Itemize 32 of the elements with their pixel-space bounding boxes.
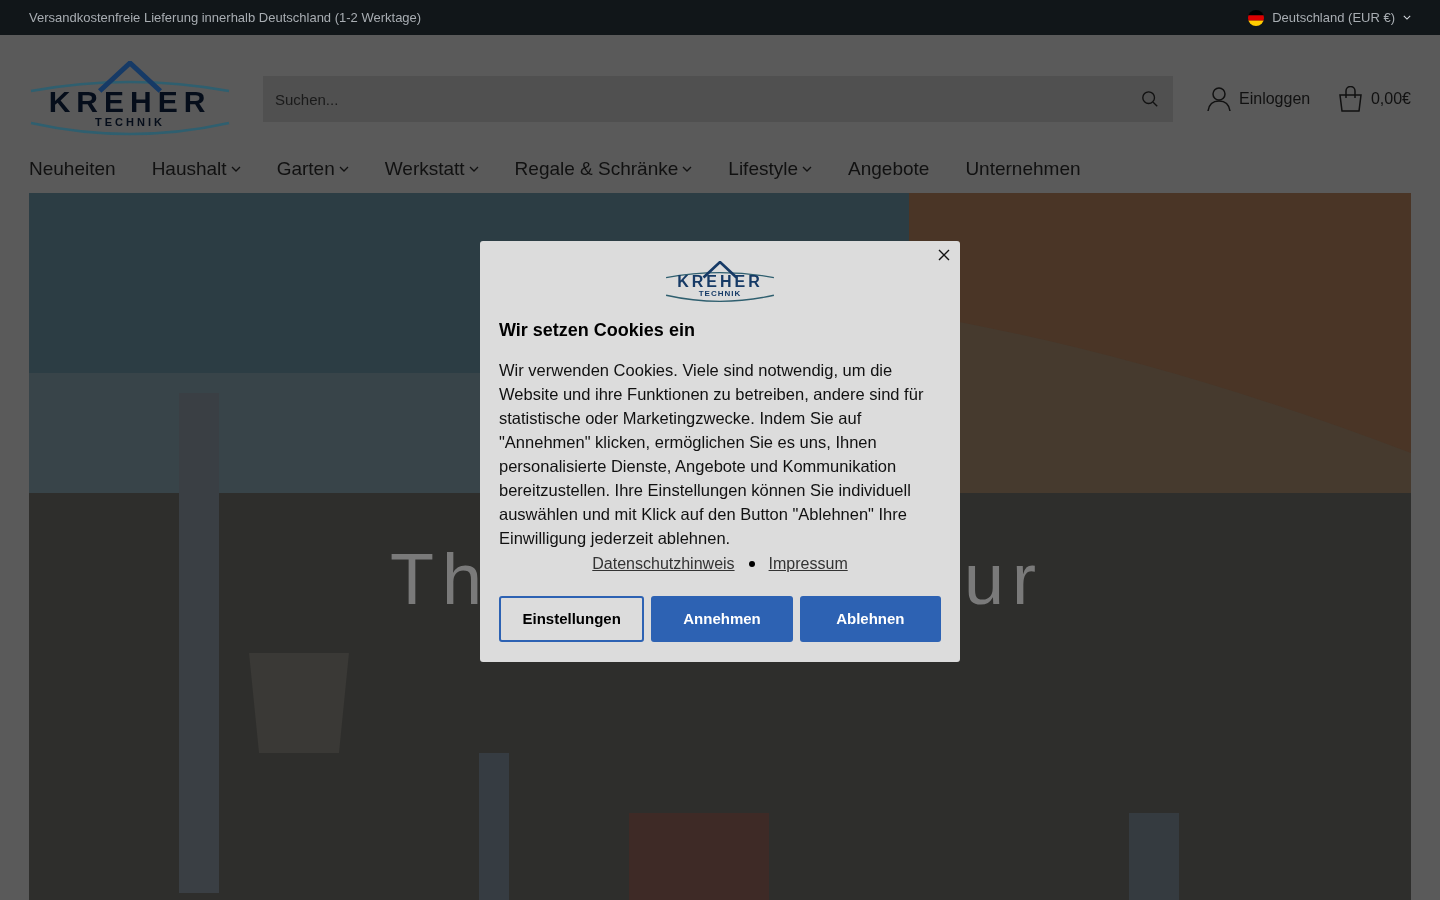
dialog-title: Wir setzen Cookies ein — [499, 319, 696, 342]
logo-wordmark: KREHER — [677, 274, 763, 290]
nav-item[interactable]: Unternehmen — [965, 154, 1081, 184]
hero-heading: ur — [964, 543, 1045, 615]
close-button[interactable] — [936, 247, 952, 263]
close-icon — [938, 249, 950, 261]
flag-icon — [1248, 9, 1265, 26]
nav-item[interactable]: Haushalt — [151, 154, 241, 184]
policy-link[interactable]: Datenschutzhinweis — [592, 552, 735, 576]
nav-item[interactable]: Neuheiten — [29, 154, 116, 184]
logo-subtitle: TECHNIK — [95, 116, 165, 128]
policy-link[interactable]: Impressum — [768, 552, 848, 576]
logo-subtitle: TECHNIK — [698, 290, 742, 298]
user-icon — [1207, 86, 1231, 112]
cart-link[interactable]: 0,00€ — [1337, 86, 1411, 112]
hero-heading: Th — [390, 543, 491, 615]
nav-item[interactable]: Garten — [276, 154, 349, 184]
nav-item[interactable]: Regale & Schränke — [514, 154, 693, 184]
consent-button[interactable]: Ablehnen — [799, 596, 941, 642]
dialog-text: Wir verwenden Cookies. Viele sind notwendig, um die Website und ihre Funktionen zu betreiben, andere sind für statistische oder Marketingzwecke. Indem Sie auf "Annehmen" klicken, ermöglichen Sie es uns, Ihnen personalisierte Dienste, Angebote und Kommunikation bereitzustellen. Ihre Einstellungen können Sie individuell auswählen und mit Klick auf den Button "Ablehnen" Ihre Einwilligung jederzeit ablehnen. — [499, 360, 925, 549]
shipping-notice: Versandkostenfreie Lieferung innerhalb Deutschland (1-2 Werktage) — [29, 8, 422, 27]
logo-wordmark: KREHER — [48, 86, 212, 117]
nav-item[interactable]: Angebote — [848, 154, 930, 184]
bullet-icon — [748, 561, 755, 567]
chevron-down-icon — [1403, 15, 1411, 20]
nav-item[interactable]: Werkstatt — [384, 154, 479, 184]
country-selector[interactable]: Deutschland (EUR €) — [1248, 7, 1411, 28]
shopping-bag-icon — [1337, 86, 1363, 112]
login-link[interactable]: Einloggen — [1207, 86, 1311, 112]
consent-button[interactable]: Annehmen — [651, 596, 793, 642]
nav-item[interactable]: Lifestyle — [728, 154, 813, 184]
consent-button[interactable]: Einstellungen — [499, 596, 645, 642]
